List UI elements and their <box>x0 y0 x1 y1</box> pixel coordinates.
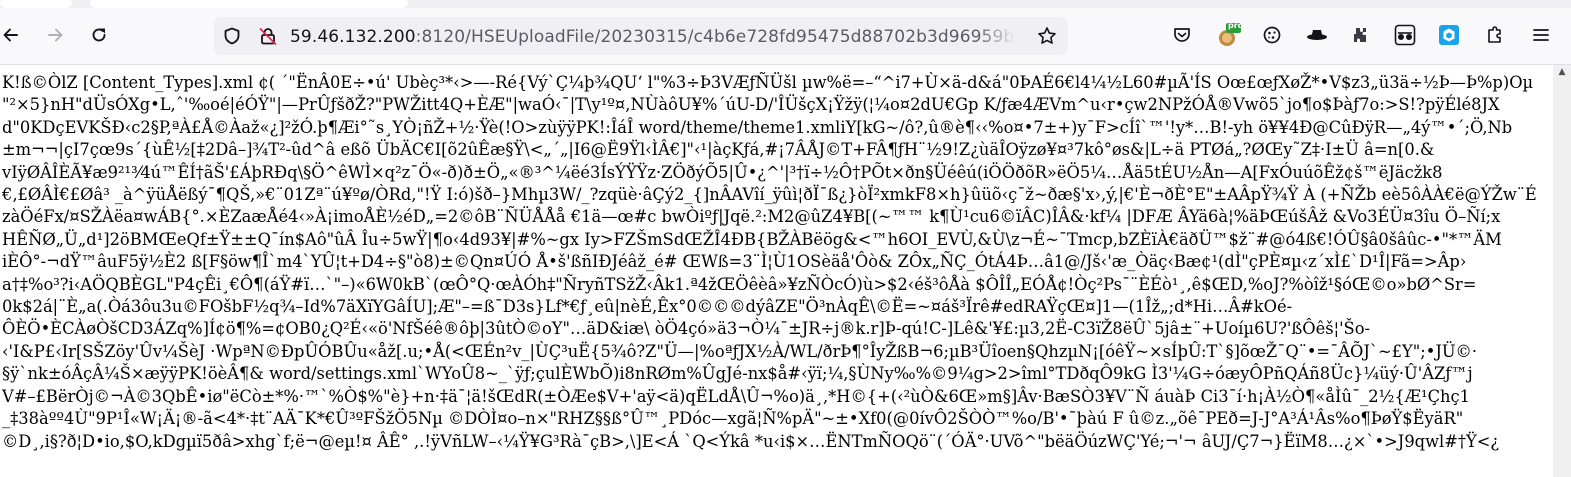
app-menu-button[interactable] <box>1526 20 1556 50</box>
text-line: V#–£BërÒj©¬À©3QbÊ•iø"ëCò±*%·™`%Ò$%"è}+n·… <box>2 386 1470 406</box>
text-line: zàÖéFx/¤SŽÀëa¤wÁB{°.×ÈZaæÅé4‹»À¡imoÅÈ½éD… <box>2 207 1501 227</box>
text-line: €‚£ØÂÌ€£Øâ³ _à^ÿüÅëßý¯¶QŠ,»€¨01Zª¨ú¥ºø/Ò… <box>2 185 1537 205</box>
text-line: a†‡%o³?i‹AÖQBÈGL"P4çÊi¸€Ô¶(áŸ#ï…`"–)«6W0… <box>2 274 1477 294</box>
incognito-glasses-icon <box>1394 24 1416 46</box>
text-line: ÔÈÖ•ÈCÀøÒšCD3ÁZq%]Í¢ö¶%=¢OB0¿Q²É‹«ö'NfŠé… <box>2 319 1370 339</box>
bookmark-star-icon[interactable] <box>1037 26 1057 46</box>
text-line: ±m¬¬|çI7çœ9s´{ùÊ½[‡2Dâ–]¾T²-ûd^â eßõ ÜbÄ… <box>2 140 1435 160</box>
forward-icon <box>48 28 63 42</box>
reload-icon <box>92 28 106 42</box>
shield-icon[interactable] <box>222 26 242 46</box>
forward-button[interactable] <box>40 20 70 50</box>
hat-extension-button[interactable] <box>1302 20 1332 50</box>
text-line: d"0KDçEVKŠÐ‹c2§P,ªÀ£Å©Àaž«¿]²žÓ.þ¶Æi°˜s¸… <box>2 117 1513 137</box>
tab-strip <box>0 0 1571 8</box>
pocket-button[interactable] <box>1167 20 1197 50</box>
text-line: "²×5}nH"dÜsÓXg•L,ˆ'‰oé|éÓŸ"|—PrÛƒšðŽ?"PW… <box>2 95 1500 115</box>
binary-text-body: K!ß©ÒlZ [Content_Types].xml ¢( ´"ËnÂ0E÷•… <box>0 65 1553 453</box>
insecure-lock-icon[interactable] <box>258 26 278 46</box>
url-text[interactable]: 59.46.132.200:8120/HSEUploadFile/2023031… <box>290 26 1016 48</box>
cookie-icon <box>1263 26 1281 44</box>
url-host: 59.46.132.200 <box>290 27 416 47</box>
pro-extension-button[interactable]: pro <box>1213 20 1243 50</box>
incognito-hat-icon <box>1307 30 1327 40</box>
text-line: iÈÔ°-¬dŸ™âuF5ÿ½È2 ß[F§öw¶Î`m4`YÛ¦t+D4÷§"… <box>2 252 1467 272</box>
text-line: ‹'I&P£‹Ir[SŠZöy'Ûv¼ŠèJ ·WpªN©ÐpÛÓBÛu«åž[… <box>2 341 1478 361</box>
cube-extension-button[interactable] <box>1434 20 1464 50</box>
back-icon <box>3 28 18 42</box>
navigation-toolbar: 59.46.132.200:8120/HSEUploadFile/2023031… <box>0 8 1571 65</box>
url-path: :8120/HSEUploadFile/20230315/c4b6e728fd9… <box>415 27 1016 47</box>
cookie-extension-button[interactable] <box>1257 20 1287 50</box>
jigsaw-extension-button[interactable] <box>1346 20 1376 50</box>
extensions-icon <box>1488 26 1501 43</box>
tab-fragment-active[interactable] <box>90 0 408 8</box>
back-button[interactable] <box>0 20 26 50</box>
menu-icon <box>1533 29 1549 41</box>
address-bar[interactable]: 59.46.132.200:8120/HSEUploadFile/2023031… <box>214 17 1068 55</box>
text-line: HÊÑØ„Ü„d¹]2öBMŒeQf±Ÿ±±Q¯ín$Aô"ûÂ Îu÷5wŸ|… <box>2 229 1502 249</box>
text-line: vIÿØÂÎÈÃ¥æ9²¹³⁄4ú™ÊÍ†ãŠ'£ÁþRÐq\§Ö^êWÌ×q²… <box>2 162 1443 182</box>
extensions-button[interactable] <box>1480 20 1510 50</box>
text-line: K!ß©ÒlZ [Content_Types].xml ¢( ´"ËnÂ0E÷•… <box>2 73 1534 92</box>
pro-badge-label: pro <box>1228 21 1244 30</box>
text-line: _‡38àºº4Ù"9P¹Î«W¡Ä¡®-ã<4*·‡t¨AÄ¯K*€Û³ºFŠ… <box>2 409 1464 429</box>
scroll-up-arrow-icon[interactable]: ▲ <box>1557 67 1567 77</box>
blue-cube-extension-icon <box>1439 25 1459 45</box>
text-line: §ÿ`nk±óÂçÂ¼Š×æÿÿPK!öèÂ¶& word/settings.x… <box>2 364 1473 384</box>
extension-jigsaw-icon <box>1354 28 1366 42</box>
reload-button[interactable] <box>84 20 114 50</box>
pocket-icon <box>1174 28 1190 42</box>
url-fade <box>976 26 1016 48</box>
page-content: K!ß©ÒlZ [Content_Types].xml ¢( ´"ËnÂ0E÷•… <box>0 65 1553 477</box>
tab-fragment-left[interactable] <box>0 0 72 8</box>
text-line: ©D¸,i§?ð¦D•io,$O,kDgµï5ðâ>xhg`f;ë¬@eµ!¤ … <box>2 431 1500 451</box>
vertical-scrollbar[interactable]: ▲ <box>1553 65 1571 477</box>
glasses-extension-button[interactable] <box>1390 20 1420 50</box>
text-line: 0k$2á|¨È„a(.Òá3ôu3u©FOšbF½q¾–Id%7äXïYGâÍ… <box>2 297 1293 317</box>
